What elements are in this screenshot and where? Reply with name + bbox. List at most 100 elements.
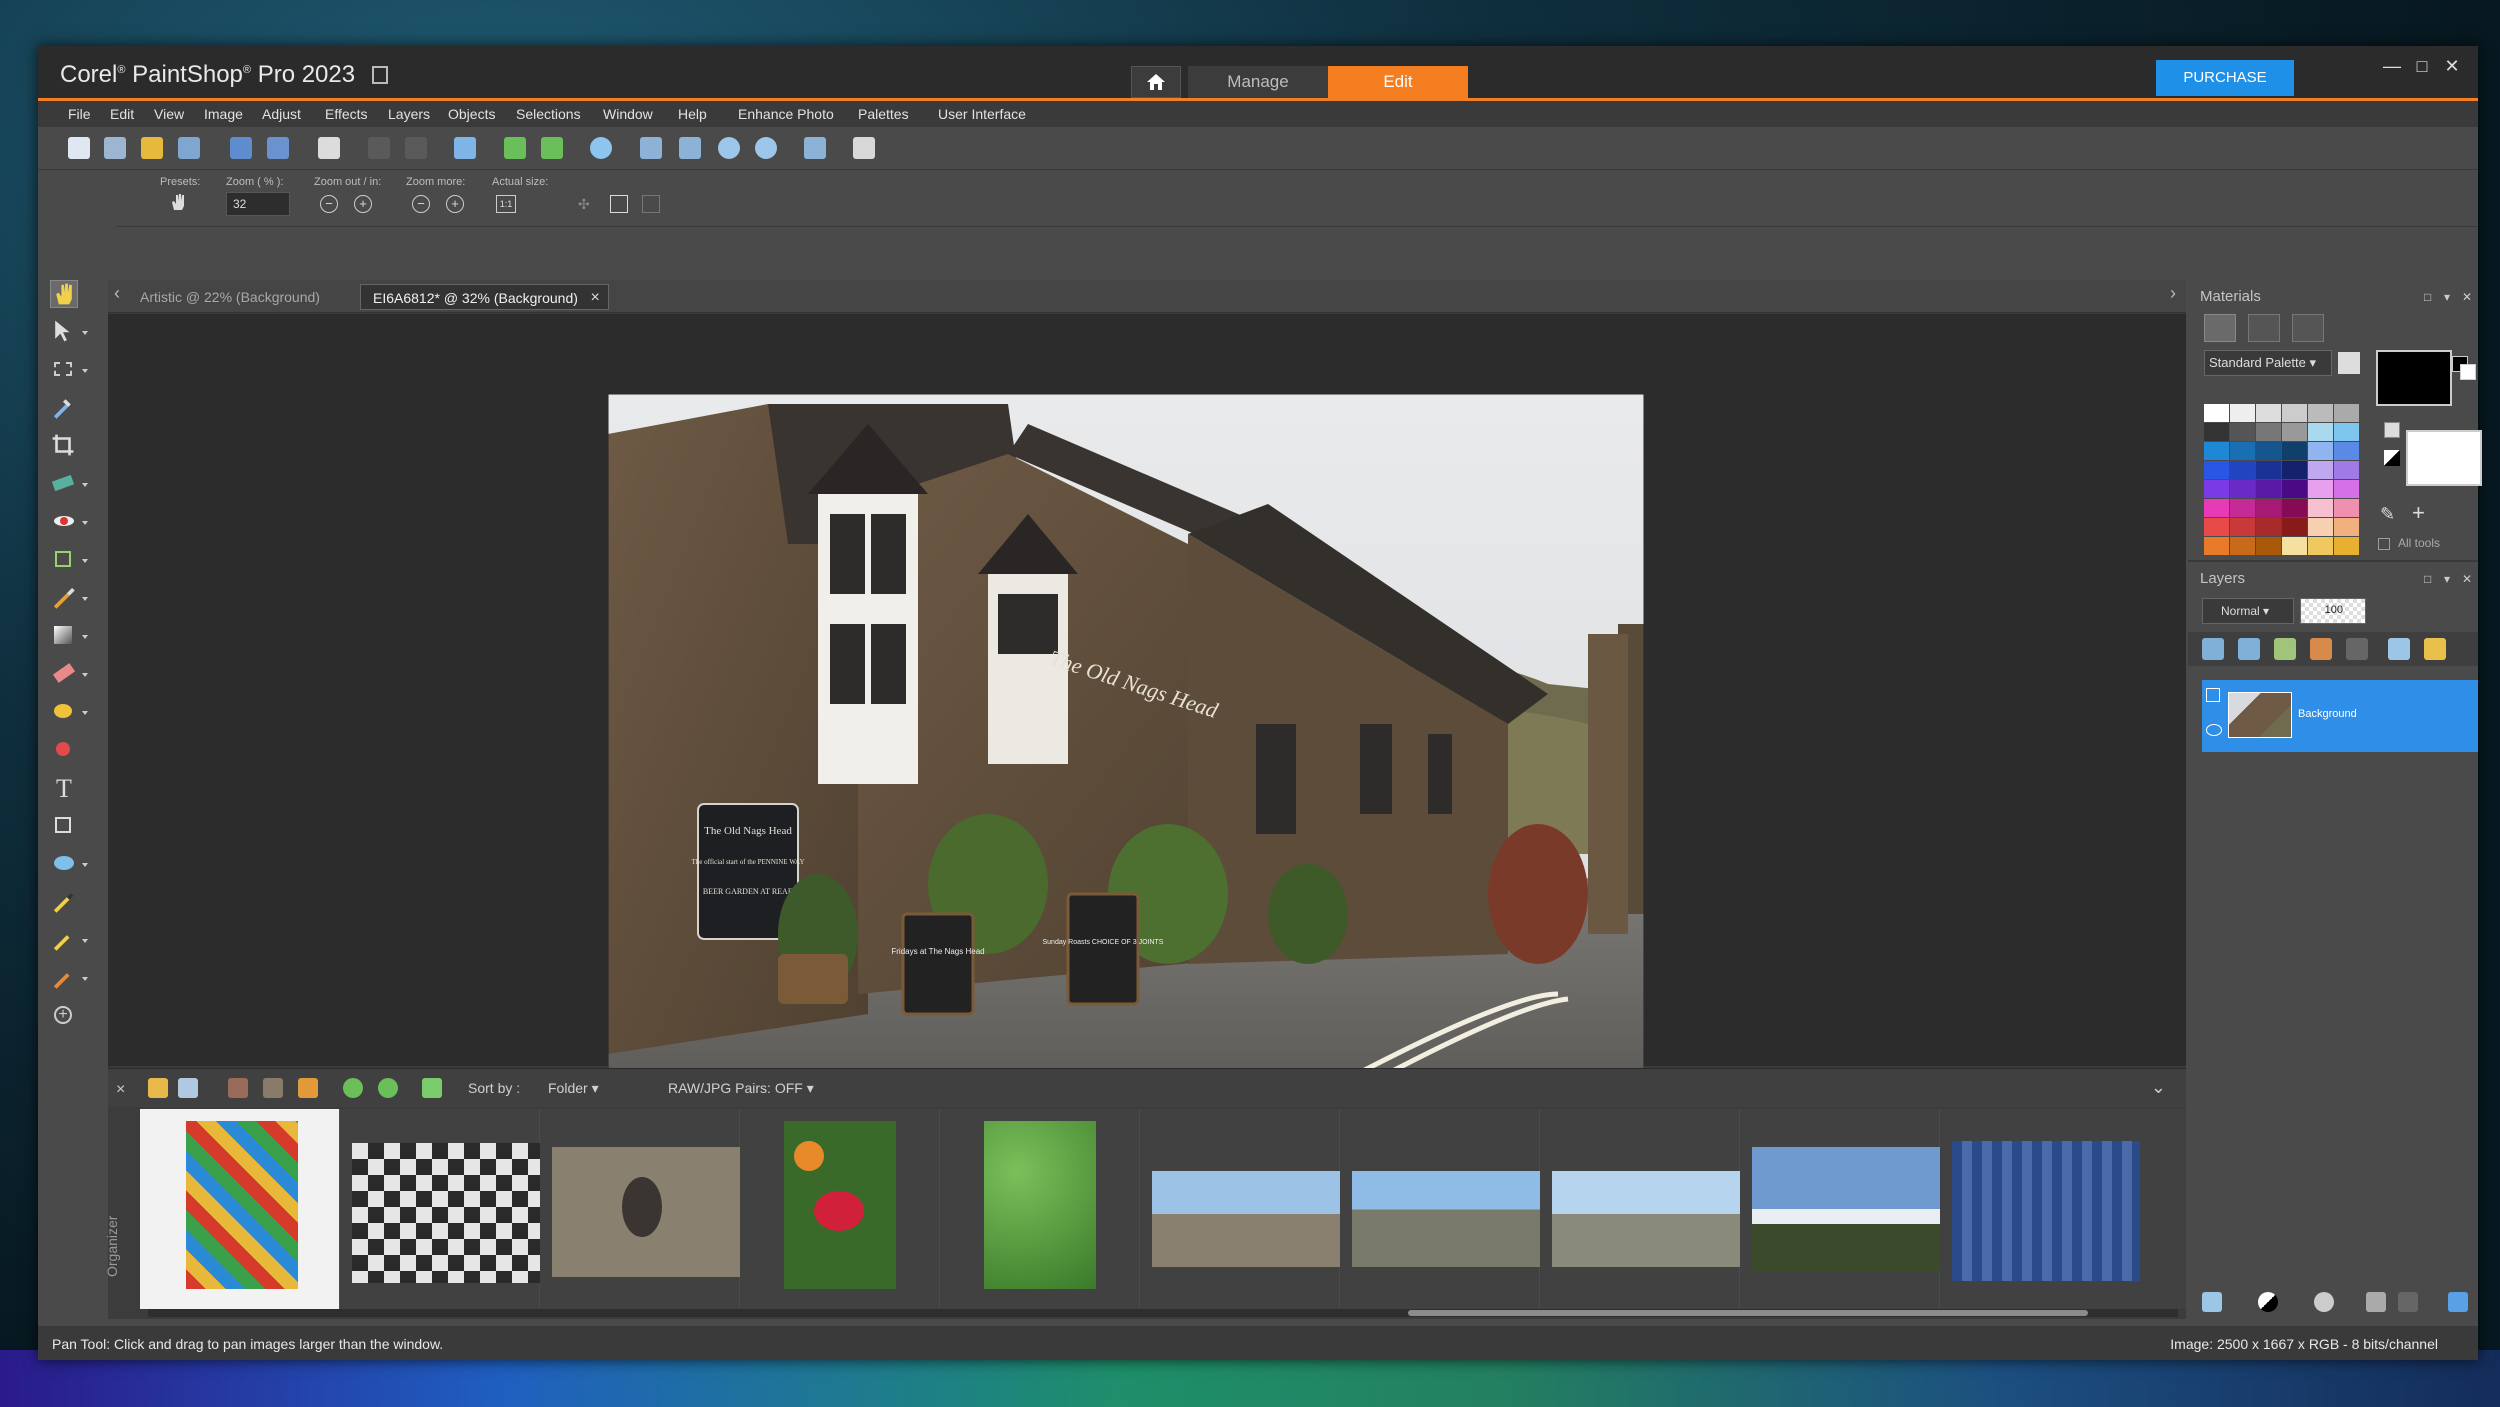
menu-selections[interactable]: Selections <box>516 106 581 122</box>
redo-disabled-icon[interactable] <box>405 137 427 159</box>
color-swatch[interactable] <box>2256 404 2281 422</box>
color-swatch[interactable] <box>2334 442 2359 460</box>
frame-tab-icon[interactable] <box>2204 314 2236 342</box>
zoom-in-icon[interactable] <box>755 137 777 159</box>
makeover-tool[interactable] <box>50 964 78 992</box>
color-swatch[interactable] <box>2230 499 2255 517</box>
menu-objects[interactable]: Objects <box>448 106 495 122</box>
organizer-collapse-icon[interactable]: ⌄ <box>2151 1077 2166 1098</box>
pen-tool[interactable] <box>50 888 78 916</box>
photo-canvas[interactable]: The Old Nags Head The Old Nags Head The … <box>608 394 1644 1084</box>
save-icon[interactable] <box>230 137 252 159</box>
materials-undock-icon[interactable]: □ <box>2424 290 2431 304</box>
tool-flyout-arrow[interactable] <box>82 711 88 715</box>
minimize-button[interactable]: — <box>2380 56 2404 77</box>
menu-image[interactable]: Image <box>204 106 243 122</box>
lock-icon[interactable] <box>2424 638 2446 660</box>
list-view-icon[interactable] <box>178 1078 198 1098</box>
color-swatch[interactable] <box>2256 423 2281 441</box>
presets-dropdown[interactable] <box>168 192 198 216</box>
layer-group-icon[interactable] <box>2206 688 2220 702</box>
effect-layer-icon[interactable] <box>2310 638 2332 660</box>
menu-enhance-photo[interactable]: Enhance Photo <box>738 106 834 122</box>
color-swatch[interactable] <box>2256 518 2281 536</box>
tool-flyout-arrow[interactable] <box>82 863 88 867</box>
warp-brush-tool[interactable] <box>50 926 78 954</box>
menu-edit[interactable]: Edit <box>110 106 134 122</box>
color-swatch[interactable] <box>2308 518 2333 536</box>
menu-layers[interactable]: Layers <box>388 106 430 122</box>
home-button[interactable] <box>1131 66 1181 98</box>
visibility-eye-icon[interactable] <box>2206 724 2222 736</box>
all-tools-checkbox[interactable] <box>2378 538 2390 550</box>
color-swatch[interactable] <box>2334 480 2359 498</box>
tool-flyout-arrow[interactable] <box>82 483 88 487</box>
color-swatch[interactable] <box>2256 499 2281 517</box>
color-swatch[interactable] <box>2256 480 2281 498</box>
new-file-icon[interactable] <box>68 137 90 159</box>
color-swatch[interactable] <box>2204 480 2229 498</box>
straighten-tool[interactable] <box>50 470 78 498</box>
tool-flyout-arrow[interactable] <box>82 977 88 981</box>
tool-flyout-arrow[interactable] <box>82 673 88 677</box>
color-swatch[interactable] <box>2204 518 2229 536</box>
menu-view[interactable]: View <box>154 106 184 122</box>
color-swatch[interactable] <box>2204 404 2229 422</box>
color-swatch[interactable] <box>2230 423 2255 441</box>
properties-icon[interactable] <box>2448 1292 2468 1312</box>
color-swatch[interactable] <box>2334 423 2359 441</box>
color-swatch[interactable] <box>2308 480 2333 498</box>
color-swatch[interactable] <box>2282 499 2307 517</box>
color-swatch[interactable] <box>2256 461 2281 479</box>
background-color-swatch[interactable] <box>2406 430 2482 486</box>
close-button[interactable]: ✕ <box>2440 56 2464 77</box>
layer-row-background[interactable]: Background <box>2202 680 2478 752</box>
color-swatch[interactable] <box>2334 537 2359 555</box>
tool-flyout-arrow[interactable] <box>82 331 88 335</box>
palette-options-icon[interactable] <box>2338 352 2360 374</box>
color-swatch[interactable] <box>2282 480 2307 498</box>
sort-by-dropdown[interactable]: Folder ▾ <box>548 1080 599 1097</box>
paste-icon[interactable] <box>853 137 875 159</box>
tab-edit[interactable]: Edit <box>1328 66 1468 98</box>
color-swatch[interactable] <box>2282 461 2307 479</box>
new-layer-icon[interactable] <box>2202 638 2224 660</box>
thumbnail[interactable] <box>740 1109 940 1309</box>
thumbnail[interactable] <box>340 1109 540 1309</box>
menu-adjust[interactable]: Adjust <box>262 106 301 122</box>
color-swatch[interactable] <box>2230 480 2255 498</box>
adjustment-layer-icon[interactable] <box>2274 638 2296 660</box>
print-icon[interactable] <box>318 137 340 159</box>
thumbnail[interactable] <box>1140 1109 1340 1309</box>
add-tool-button[interactable]: + <box>50 1002 78 1030</box>
pick-tool[interactable] <box>50 318 78 346</box>
color-swatch[interactable] <box>2204 499 2229 517</box>
share-icon[interactable] <box>298 1078 318 1098</box>
info-icon[interactable] <box>590 137 612 159</box>
selection-tool[interactable] <box>50 356 78 384</box>
tab-scroll-left-icon[interactable]: ‹ <box>114 283 120 304</box>
thumbnail[interactable] <box>1940 1109 2140 1309</box>
shape-tool[interactable] <box>50 850 78 878</box>
thumbnail[interactable] <box>1740 1109 1940 1309</box>
fill-window-icon[interactable] <box>642 195 660 213</box>
color-swatch[interactable] <box>2308 442 2333 460</box>
scan-icon[interactable] <box>178 137 200 159</box>
layers-menu-icon[interactable]: ▾ <box>2444 572 2450 586</box>
maximize-button[interactable]: □ <box>2410 56 2434 77</box>
color-swatch[interactable] <box>2230 537 2255 555</box>
mini-background-swatch[interactable] <box>2460 364 2476 380</box>
dropper-tool[interactable] <box>50 394 78 422</box>
tool-flyout-arrow[interactable] <box>82 521 88 525</box>
materials-close-icon[interactable]: ✕ <box>2462 290 2472 304</box>
link-icon[interactable] <box>2388 638 2410 660</box>
color-swatch[interactable] <box>2204 461 2229 479</box>
organizer-close-button[interactable]: × <box>116 1081 125 1099</box>
duplicate-layer-icon[interactable] <box>2366 1292 2386 1312</box>
menu-help[interactable]: Help <box>678 106 707 122</box>
tool-flyout-arrow[interactable] <box>82 559 88 563</box>
color-swatch[interactable] <box>2204 442 2229 460</box>
new-vector-layer-icon[interactable] <box>2238 638 2260 660</box>
doc-tab-active[interactable]: EI6A6812* @ 32% (Background) × <box>360 284 609 310</box>
resize-icon[interactable] <box>454 137 476 159</box>
